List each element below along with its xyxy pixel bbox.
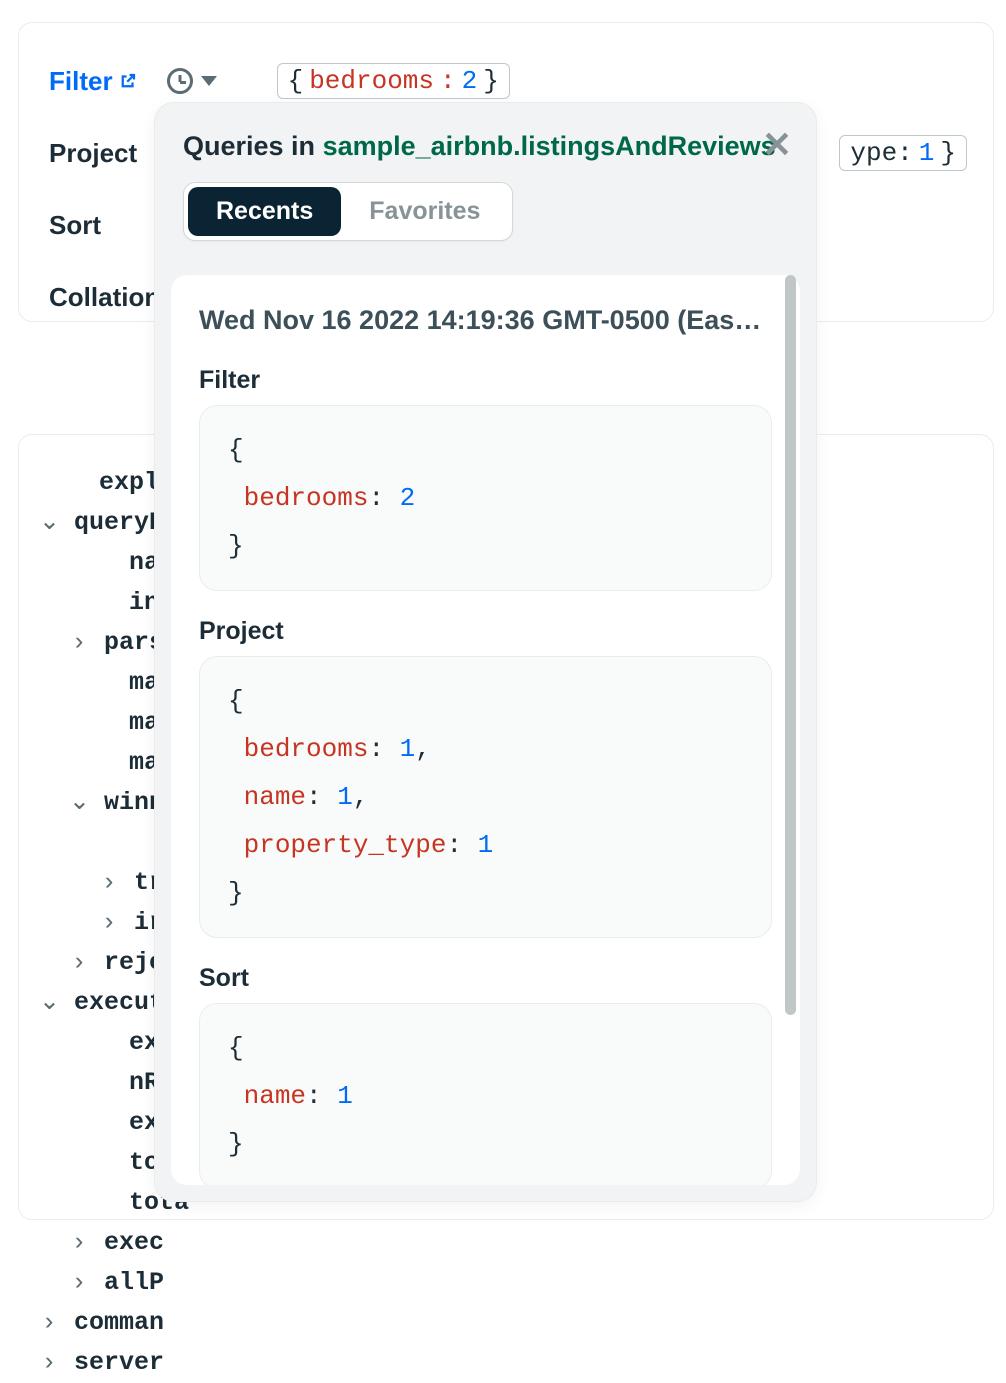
caret-down-icon: [201, 76, 217, 86]
section-label: Sort: [199, 964, 772, 993]
project-pill-fragment[interactable]: ype: 1 }: [839, 135, 967, 171]
query-history-popover: ✕ Queries in sample_airbnb.listingsAndRe…: [154, 102, 817, 1202]
namespace: sample_airbnb.listingsAndReviews: [323, 131, 776, 161]
popover-title: Queries in sample_airbnb.listingsAndRevi…: [183, 131, 788, 162]
external-link-icon: [119, 66, 137, 84]
filter-link-label: Filter: [49, 66, 113, 97]
code-block: { name: 1}: [199, 1003, 772, 1185]
tree-row[interactable]: › exec: [39, 1223, 973, 1263]
close-icon[interactable]: ✕: [762, 127, 792, 163]
scrollbar-thumb[interactable]: [785, 275, 796, 1015]
history-timestamp: Wed Nov 16 2022 14:19:36 GMT-0500 (Eas…: [199, 305, 772, 336]
tree-row[interactable]: › server: [39, 1343, 973, 1383]
collation-label: Collation: [49, 282, 160, 313]
project-label: Project: [49, 138, 137, 169]
sort-label: Sort: [49, 210, 101, 241]
section-label: Project: [199, 617, 772, 646]
tab-recents[interactable]: Recents: [188, 187, 341, 236]
filter-pill[interactable]: { bedrooms: 2 }: [277, 63, 510, 99]
history-card[interactable]: Wed Nov 16 2022 14:19:36 GMT-0500 (Eas… …: [171, 275, 800, 1185]
section-label: Filter: [199, 366, 772, 395]
tabs: Recents Favorites: [183, 182, 513, 241]
tree-row[interactable]: › allP: [39, 1263, 973, 1303]
tree-row[interactable]: › comman: [39, 1303, 973, 1343]
code-block: { bedrooms: 2}: [199, 405, 772, 591]
tab-favorites[interactable]: Favorites: [341, 187, 508, 236]
query-history-button[interactable]: [167, 68, 217, 94]
code-block: { bedrooms: 1, name: 1, property_type: 1…: [199, 656, 772, 938]
clock-icon: [167, 68, 193, 94]
filter-link[interactable]: Filter: [49, 66, 137, 97]
